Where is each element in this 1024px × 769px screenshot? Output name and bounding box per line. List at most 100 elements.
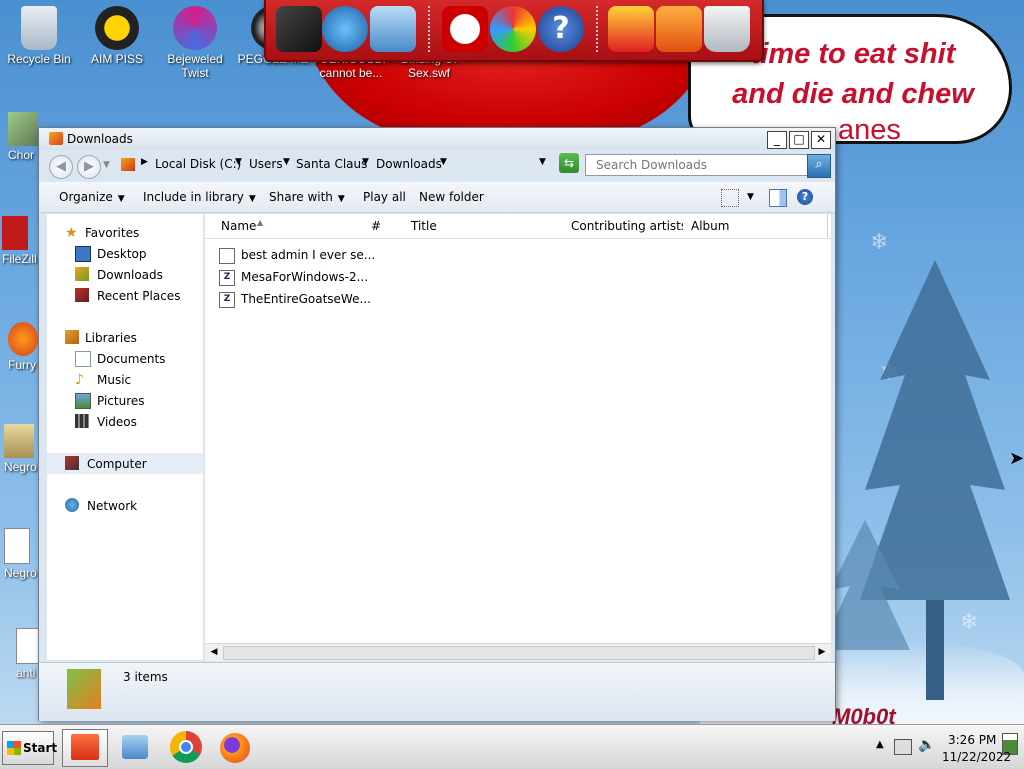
desktop-icon-bejeweled[interactable]: Bejeweled Twist [157, 0, 233, 80]
refresh-button[interactable]: ⇆ [559, 153, 579, 173]
snowman-icon[interactable] [442, 6, 488, 52]
address-history-dropdown-icon[interactable]: ▼ [539, 157, 546, 167]
start-button[interactable]: Start [2, 731, 57, 765]
globe-icon[interactable] [322, 6, 368, 52]
file-list: Name ▲ # Title Contributing artists Albu… [205, 214, 831, 660]
folder-icon[interactable] [656, 6, 702, 52]
search-field[interactable] [585, 154, 809, 176]
play-all-button[interactable]: Play all [363, 190, 406, 204]
house-icon [4, 424, 34, 458]
scrollbar-thumb[interactable] [223, 646, 815, 660]
computer-icon [65, 456, 79, 470]
breadcrumb-item[interactable]: Santa Claus [296, 157, 367, 171]
horizontal-scrollbar[interactable]: ◀ ▶ [205, 643, 831, 661]
recycle-bin-icon [21, 6, 57, 50]
desktop-icon [75, 246, 91, 262]
document-icon [4, 528, 30, 564]
desktop-icon-partial[interactable]: Chor [8, 112, 38, 162]
help-icon[interactable]: ? [538, 6, 584, 52]
taskbar-firefox[interactable] [214, 729, 258, 765]
gift-icon[interactable] [608, 6, 654, 52]
volume-icon[interactable]: 🔈 [918, 737, 935, 753]
desktop-icon-partial[interactable]: Negro [4, 424, 37, 474]
nav-item-libraries[interactable]: Libraries [47, 327, 203, 348]
title-bar[interactable]: Downloads _ □ ✕ [39, 128, 835, 150]
bejeweled-gem-icon [173, 6, 217, 50]
nav-item-downloads[interactable]: Downloads [47, 264, 203, 285]
recycle-bin-icon[interactable] [704, 6, 750, 52]
nav-item-documents[interactable]: Documents [47, 348, 203, 369]
breadcrumb[interactable]: ▶ Local Disk (C:) ▼ Users ▼ Santa Claus … [113, 154, 565, 176]
clock-date[interactable]: 11/22/2022 [942, 750, 1011, 764]
taskbar-chrome[interactable] [164, 729, 208, 765]
command-bar: Organize ▼ Include in library ▼ Share with… [39, 182, 835, 213]
chevron-down-icon[interactable]: ▼ [235, 157, 242, 167]
nav-item-recent-places[interactable]: Recent Places [47, 285, 203, 306]
aim-icon [95, 6, 139, 50]
include-in-library-button[interactable]: Include in library ▼ [143, 190, 256, 204]
preview-pane-icon[interactable] [769, 189, 787, 207]
control-panel-icon[interactable] [370, 6, 416, 52]
nav-item-pictures[interactable]: Pictures [47, 390, 203, 411]
column-header-title[interactable]: Title [403, 214, 564, 238]
chevron-down-icon[interactable]: ▼ [283, 157, 290, 167]
show-hidden-icons-chevron-icon[interactable]: ▲ [876, 739, 884, 750]
forward-arrow-icon: ▶ [84, 159, 94, 174]
taskbar-media-player[interactable] [114, 729, 158, 765]
windows-update-icon[interactable] [490, 6, 536, 52]
search-input[interactable] [594, 157, 798, 173]
search-button[interactable]: ⌕ [807, 154, 831, 178]
share-with-button[interactable]: Share with ▼ [269, 190, 345, 204]
taskbar-explorer[interactable] [62, 729, 108, 767]
chevron-right-icon[interactable]: ▶ [141, 157, 148, 167]
recent-places-icon [75, 288, 89, 302]
nav-item-computer[interactable]: Computer [47, 453, 203, 474]
desktop-icon-partial[interactable]: FileZill [2, 216, 37, 266]
scroll-right-icon[interactable]: ▶ [815, 645, 829, 659]
network-disconnected-icon[interactable] [894, 739, 912, 755]
computer-santa-icon[interactable] [276, 6, 322, 52]
column-header-contributing-artists[interactable]: Contributing artists [563, 214, 687, 238]
desktop-icon-partial[interactable]: Negro [4, 528, 37, 580]
item-count: 3 items [123, 670, 168, 684]
music-note-icon: ♪ [75, 372, 84, 388]
downloads-folder-icon [75, 267, 89, 281]
desktop-icon-recycle-bin[interactable]: Recycle Bin [1, 0, 77, 66]
view-dropdown-chevron-icon[interactable]: ▼ [747, 192, 754, 202]
close-button[interactable]: ✕ [811, 131, 831, 149]
star-icon: ★ [65, 225, 78, 241]
chevron-down-icon: ▼ [337, 194, 345, 204]
desktop-icon-aim[interactable]: AIM PISS [79, 0, 155, 66]
nav-item-music[interactable]: ♪ Music [47, 369, 203, 390]
organize-button[interactable]: Organize ▼ [59, 190, 125, 204]
forward-button[interactable]: ▶ [77, 155, 101, 179]
desktop-icon-partial[interactable]: Furry [8, 322, 38, 372]
new-folder-button[interactable]: New folder [419, 190, 484, 204]
nav-item-videos[interactable]: Videos [47, 411, 203, 432]
column-header-album[interactable]: Album [683, 214, 828, 238]
column-header-name[interactable]: Name ▲ [205, 214, 364, 238]
generic-file-icon [219, 248, 235, 264]
breadcrumb-item[interactable]: Local Disk (C:) [155, 157, 241, 171]
chevron-down-icon[interactable]: ▼ [362, 157, 369, 167]
view-options-icon[interactable] [721, 189, 739, 207]
nav-item-desktop[interactable]: Desktop [47, 243, 203, 264]
chevron-down-icon[interactable]: ▼ [440, 157, 447, 167]
folder-icon [49, 132, 63, 145]
nav-item-network[interactable]: Network [47, 495, 203, 516]
pictures-icon [75, 393, 91, 409]
breadcrumb-item[interactable]: Downloads [376, 157, 442, 171]
scroll-left-icon[interactable]: ◀ [207, 645, 221, 659]
minimize-button[interactable]: _ [767, 131, 787, 149]
column-header-number[interactable]: # [363, 214, 404, 238]
toolbar-separator [428, 6, 430, 52]
back-button[interactable]: ◀ [49, 155, 73, 179]
breadcrumb-item[interactable]: Users [249, 157, 283, 171]
mouse-cursor-icon: ➤ [1009, 448, 1024, 469]
help-icon[interactable]: ? [797, 189, 813, 205]
recent-pages-chevron-icon[interactable]: ▼ [103, 160, 110, 170]
clock-time[interactable]: 3:26 PM [948, 733, 996, 747]
media-player-icon [122, 735, 148, 759]
maximize-button[interactable]: □ [789, 131, 809, 149]
nav-item-favorites[interactable]: ★ Favorites [47, 222, 203, 243]
